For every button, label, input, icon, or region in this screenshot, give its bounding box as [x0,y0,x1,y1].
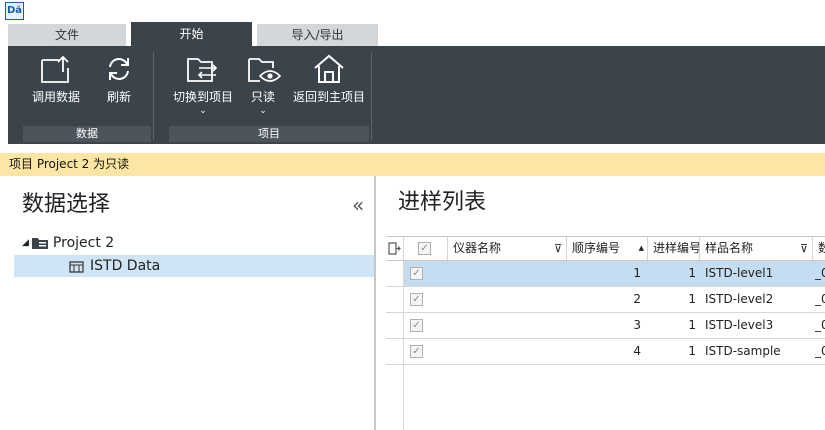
collapse-panel-button[interactable]: « [352,193,364,217]
tab-file[interactable]: 文件 [8,24,126,46]
read-only-info-bar: 项目 Project 2 为只读 [0,153,825,176]
row-checkbox[interactable]: ✓ [410,319,423,332]
table-row[interactable]: ✓ 2 1 ISTD-level2 _0 [386,287,825,313]
cell-truncated: _0 [815,292,825,306]
switch-project-button[interactable]: 切换到项目 ⌄ [171,54,235,116]
cell-injection: 1 [688,318,696,332]
refresh-button[interactable]: 刷新 [102,54,136,105]
column-injection-number[interactable]: 进样编号 [648,237,700,260]
home-icon [314,54,344,83]
switch-folder-icon [187,58,218,82]
column-sample-name[interactable]: 样品名称 ⊽ [700,237,813,260]
cell-truncated: _0 [815,344,825,358]
ribbon: 调用数据 刷新 切换到项目 ⌄ 只读 ⌄ 返回到主项目 数据 项目 [8,46,825,144]
filter-icon[interactable]: ⊽ [554,237,562,260]
data-selection-title: 数据选择 [22,192,111,217]
tab-start[interactable]: 开始 [131,22,252,46]
switch-project-label: 切换到项目 [172,90,233,104]
cell-sequence: 2 [633,292,641,306]
data-folder-icon [69,260,84,273]
row-header[interactable] [386,261,404,286]
select-all-checkbox[interactable]: ✓ [404,237,448,260]
cell-sample-name: ISTD-level2 [705,292,774,306]
app-logo-icon: Dă [5,2,24,20]
cell-truncated: _0 [815,318,825,332]
cell-sequence: 3 [633,318,641,332]
column-sequence-number[interactable]: 顺序编号 ▲ [567,237,648,260]
refresh-label: 刷新 [106,90,131,104]
tree-node-project[interactable]: ◢ Project 2 [22,234,114,252]
sort-ascending-icon[interactable]: ▲ [639,237,644,260]
data-selection-panel: 数据选择 « ◢ Project 2 ISTD Data [8,176,376,430]
ribbon-separator [153,52,154,140]
chevron-down-icon: ⌄ [259,106,267,116]
cell-sequence: 4 [633,344,641,358]
chevron-down-icon: ⌄ [199,106,207,116]
return-main-project-button[interactable]: 返回到主项目 [292,54,366,105]
row-checkbox[interactable]: ✓ [410,293,423,306]
cell-truncated: _0 [815,266,825,280]
cell-injection: 1 [688,344,696,358]
title-bar: Dă [0,0,825,22]
row-header[interactable] [386,339,404,364]
refresh-icon [109,58,129,80]
injection-grid: ✓ 仪器名称 ⊽ 顺序编号 ▲ 进样编号 样品名称 ⊽ 数 ✓ 1 1 ISTD… [386,236,825,430]
table-row[interactable]: ✓ 3 1 ISTD-level3 _0 [386,313,825,339]
row-checkbox[interactable]: ✓ [410,267,423,280]
cell-sequence: 1 [633,266,641,280]
cell-sample-name: ISTD-level3 [705,318,774,332]
cell-injection: 1 [688,292,696,306]
load-data-button[interactable]: 调用数据 [30,54,82,105]
tree-istd-label: ISTD Data [90,258,161,274]
expand-triangle-icon[interactable]: ◢ [22,238,29,248]
tree-node-istd-data[interactable]: ISTD Data [14,255,374,277]
folder-eye-icon [248,58,282,82]
row-header[interactable] [386,313,404,338]
read-only-button[interactable]: 只读 ⌄ [246,54,282,116]
ribbon-group-project: 项目 [169,126,369,142]
cell-injection: 1 [688,266,696,280]
ribbon-separator [371,52,372,140]
injection-list-title: 进样列表 [398,190,487,215]
column-instrument-name[interactable]: 仪器名称 ⊽ [448,237,567,260]
cell-sample-name: ISTD-sample [705,344,781,358]
table-row[interactable]: ✓ 1 1 ISTD-level1 _0 [386,261,825,287]
folder-icon [31,238,48,249]
tab-import-export[interactable]: 导入/导出 [257,24,378,46]
load-data-label: 调用数据 [31,90,80,104]
row-checkbox[interactable]: ✓ [410,345,423,358]
row-header[interactable] [386,287,404,312]
filter-icon[interactable]: ⊽ [800,237,808,260]
tree-project-label: Project 2 [52,235,115,251]
column-truncated[interactable]: 数 [813,237,825,260]
row-header-filler [386,365,404,430]
table-row[interactable]: ✓ 4 1 ISTD-sample _0 [386,339,825,365]
read-only-label: 只读 [250,90,275,104]
column-chooser-icon[interactable] [386,237,404,260]
ribbon-group-data: 数据 [23,126,151,142]
return-main-label: 返回到主项目 [292,90,365,104]
cell-sample-name: ISTD-level1 [705,266,774,280]
grid-header: ✓ 仪器名称 ⊽ 顺序编号 ▲ 进样编号 样品名称 ⊽ 数 [386,236,825,261]
load-data-icon [41,55,69,83]
